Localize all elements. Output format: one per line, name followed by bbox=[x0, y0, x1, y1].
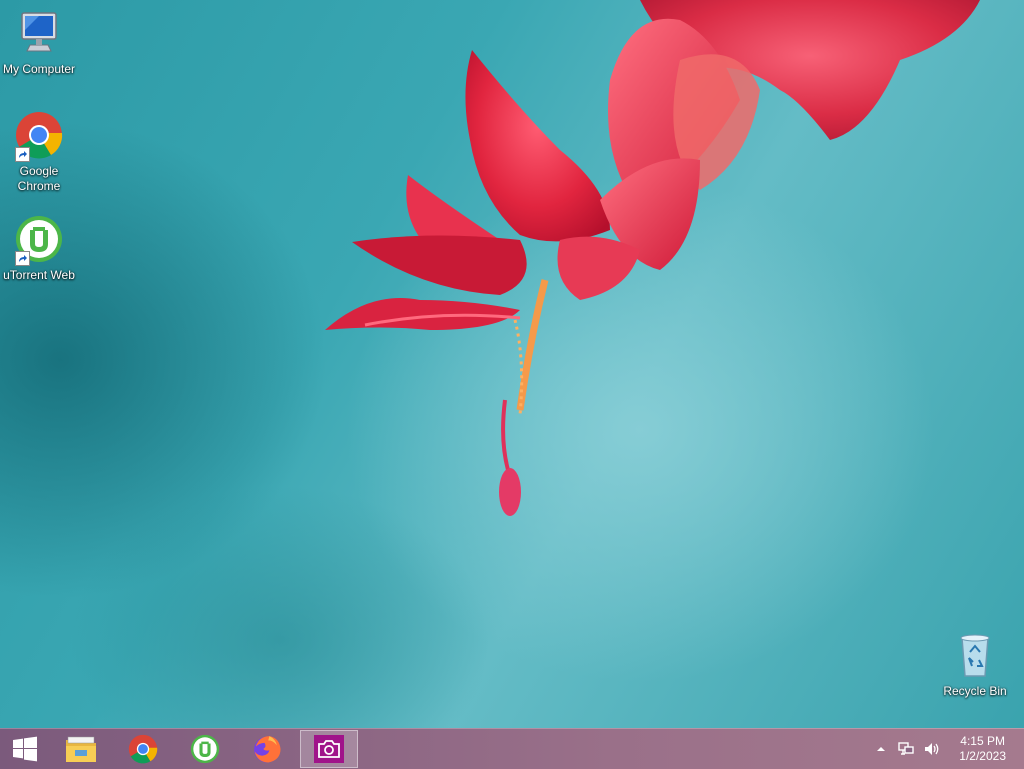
windows-logo-icon bbox=[13, 736, 37, 762]
taskbar-firefox[interactable] bbox=[238, 730, 296, 768]
taskbar-camera-app[interactable] bbox=[300, 730, 358, 768]
taskbar-file-explorer[interactable] bbox=[52, 730, 110, 768]
shortcut-arrow-icon bbox=[15, 251, 30, 266]
my-computer-label: My Computer bbox=[2, 62, 76, 76]
taskbar: 4:15 PM 1/2/2023 bbox=[0, 728, 1024, 769]
recycle-bin-label: Recycle Bin bbox=[943, 684, 1007, 698]
taskbar-chrome[interactable] bbox=[114, 730, 172, 768]
my-computer-icon bbox=[13, 8, 65, 60]
network-icon bbox=[898, 742, 914, 755]
tray-show-hidden-icons[interactable] bbox=[872, 729, 890, 769]
desktop-icon-recycle-bin[interactable]: Recycle Bin bbox=[936, 630, 1014, 699]
folder-icon bbox=[66, 736, 96, 762]
chrome-icon bbox=[13, 110, 65, 162]
taskbar-utorrent[interactable] bbox=[176, 730, 234, 768]
show-hidden-icons-icon bbox=[877, 747, 885, 751]
camera-icon bbox=[314, 735, 344, 763]
taskbar-clock[interactable]: 4:15 PM 1/2/2023 bbox=[959, 734, 1006, 764]
desktop-icon-my-computer[interactable]: My Computer bbox=[0, 8, 78, 77]
utorrent-icon bbox=[13, 214, 65, 266]
tray-volume[interactable] bbox=[920, 729, 944, 769]
volume-icon bbox=[925, 743, 939, 755]
google-chrome-label: Google Chrome bbox=[17, 164, 61, 193]
clock-date: 1/2/2023 bbox=[959, 749, 1006, 763]
recycle-bin-icon bbox=[949, 630, 1001, 682]
tray-network[interactable] bbox=[894, 729, 918, 769]
firefox-icon bbox=[254, 736, 281, 763]
chrome-icon bbox=[128, 734, 158, 764]
utorrent-web-label: uTorrent Web bbox=[3, 268, 75, 282]
desktop-icon-google-chrome[interactable]: Google Chrome bbox=[0, 110, 78, 194]
desktop: My Computer Google Chrome uTorrent Web R… bbox=[0, 0, 1024, 728]
clock-time: 4:15 PM bbox=[960, 734, 1005, 748]
desktop-icon-utorrent-web[interactable]: uTorrent Web bbox=[0, 214, 78, 283]
shortcut-arrow-icon bbox=[15, 147, 30, 162]
utorrent-icon bbox=[190, 734, 220, 764]
start-button[interactable] bbox=[0, 730, 50, 768]
wallpaper-flower bbox=[325, 0, 980, 516]
